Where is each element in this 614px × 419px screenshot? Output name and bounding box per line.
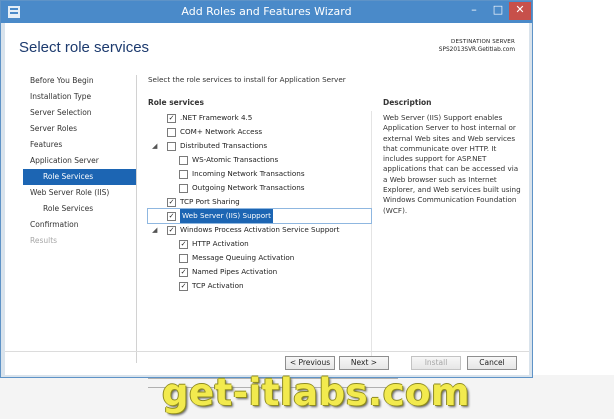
nav-item[interactable]: Server Roles [23,121,137,137]
wizard-nav: Before You Begin Installation Type Server … [23,73,137,249]
role-service-label: Incoming Network Transactions [192,169,305,178]
next-button[interactable]: Next > [339,356,389,370]
checkbox[interactable]: ✓ [167,226,176,235]
footer-divider [5,351,529,352]
role-service-label: Named Pipes Activation [192,267,278,276]
wizard-header: Select role services DESTINATION SERVER … [5,23,529,73]
role-service-row[interactable]: Message Queuing Activation [148,251,371,265]
nav-divider [136,75,137,363]
role-service-row[interactable]: Incoming Network Transactions [148,167,371,181]
checkbox[interactable]: ✓ [179,282,188,291]
minimize-icon[interactable]: – [462,2,486,20]
checkbox[interactable]: ✓ [179,240,188,249]
role-service-row[interactable]: ✓ HTTP Activation [148,237,371,251]
nav-item[interactable]: Application Server [23,153,137,169]
collapse-arrow-icon[interactable]: ◢ [152,139,160,153]
role-service-row[interactable]: WS-Atomic Transactions [148,153,371,167]
page-title: Select role services [19,39,150,56]
checkbox[interactable] [179,156,188,165]
maximize-icon[interactable]: □ [486,2,510,20]
role-service-row[interactable]: ✓ .NET Framework 4.5 [148,111,371,125]
role-service-label: Message Queuing Activation [192,253,295,262]
role-service-row[interactable]: ✓ TCP Activation [148,279,371,293]
title-bar[interactable]: Add Roles and Features Wizard – □ ✕ [1,1,532,23]
role-service-label: .NET Framework 4.5 [180,113,253,122]
checkbox[interactable] [179,170,188,179]
checkbox[interactable]: ✓ [167,114,176,123]
role-services-tree[interactable]: ✓ .NET Framework 4.5 COM+ Network Access ◢ D… [147,111,372,361]
description-text: Web Server (IIS) Support enables Applica… [383,113,521,215]
role-service-row[interactable]: ✓ Named Pipes Activation [148,265,371,279]
role-service-row[interactable]: ◢ ✓ Windows Process Activation Service Sup… [148,223,371,237]
role-service-label: Outgoing Network Transactions [192,183,305,192]
role-service-label: HTTP Activation [192,239,249,248]
watermark-logo: get-itlabs.com [162,371,471,414]
destination-server-value: SPS2013SVR.Getitlab.com [438,47,515,53]
window-title: Add Roles and Features Wizard [181,5,352,18]
checkbox[interactable] [167,142,176,151]
nav-item[interactable]: Confirmation [23,217,137,233]
role-service-row[interactable]: ✓ Web Server (IIS) Support [147,208,372,224]
nav-item[interactable]: Features [23,137,137,153]
role-service-row[interactable]: COM+ Network Access [148,125,371,139]
role-service-label: TCP Activation [192,281,244,290]
checkbox[interactable] [179,254,188,263]
role-service-label: Distributed Transactions [180,141,268,150]
role-service-label: Windows Process Activation Service Suppo… [180,225,340,234]
nav-item[interactable]: Installation Type [23,89,137,105]
description-title: Description [383,98,432,107]
checkbox[interactable] [167,128,176,137]
nav-item[interactable]: Server Selection [23,105,137,121]
nav-item[interactable]: Before You Begin [23,73,137,89]
destination-server-label: DESTINATION SERVER [451,39,515,45]
role-service-label: WS-Atomic Transactions [192,155,279,164]
close-icon[interactable]: ✕ [509,2,531,20]
role-service-label: Web Server (IIS) Support [180,209,273,223]
cancel-button[interactable]: Cancel [467,356,517,370]
previous-button[interactable]: < Previous [285,356,335,370]
collapse-arrow-icon[interactable]: ◢ [152,223,160,237]
role-service-label: TCP Port Sharing [180,197,240,206]
role-service-row[interactable]: ✓ TCP Port Sharing [148,195,371,209]
nav-item: Results [30,236,58,245]
nav-item[interactable]: Web Server Role (IIS) [23,185,137,201]
install-button[interactable]: Install [411,356,461,370]
role-service-row[interactable]: ◢ Distributed Transactions [148,139,371,153]
role-services-header: Role services [148,98,204,107]
role-service-row[interactable]: Outgoing Network Transactions [148,181,371,195]
checkbox[interactable] [179,184,188,193]
wizard-window: Add Roles and Features Wizard – □ ✕ Sele… [0,0,533,378]
role-service-label: COM+ Network Access [180,127,263,136]
wizard-body: Select role services DESTINATION SERVER … [5,23,529,375]
nav-item[interactable]: Role Services [23,201,137,217]
instruction-text: Select the role services to install for … [148,75,346,84]
nav-item[interactable]: Role Services [23,169,137,185]
checkbox[interactable]: ✓ [167,198,176,207]
checkbox[interactable]: ✓ [167,212,176,221]
checkbox[interactable]: ✓ [179,268,188,277]
